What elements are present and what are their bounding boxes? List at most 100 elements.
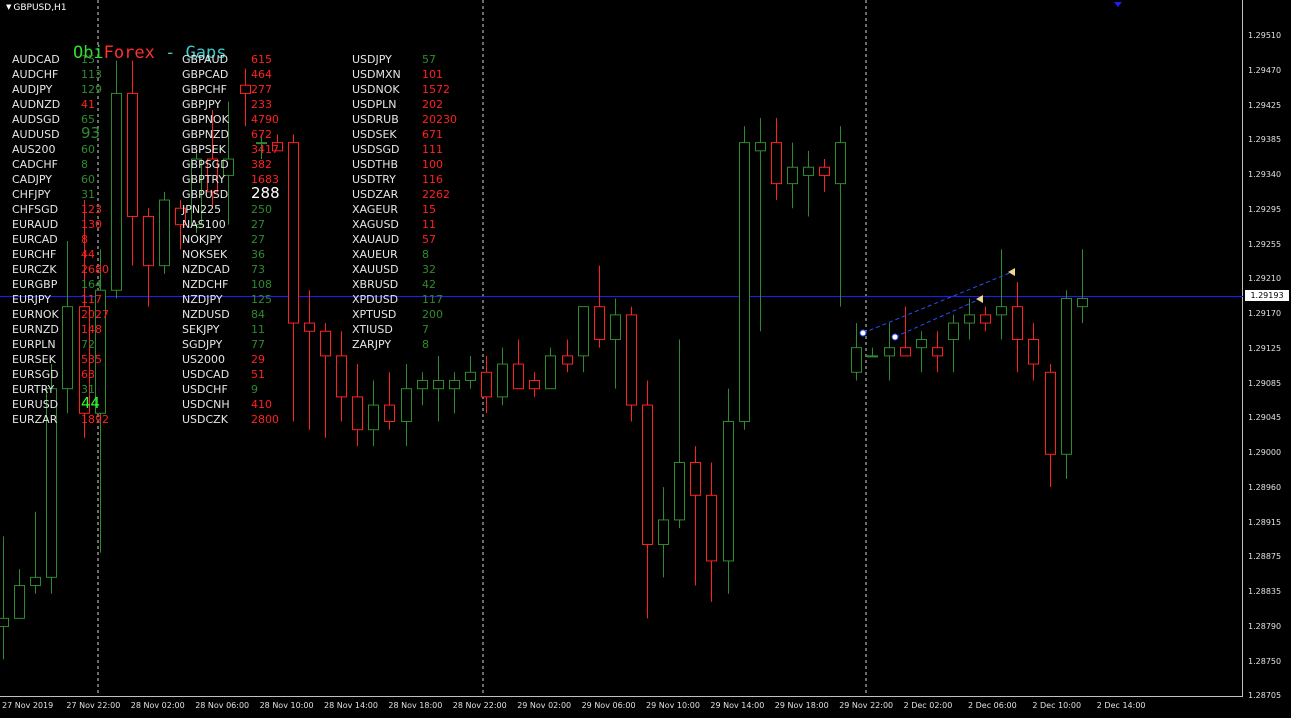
candle-body [723,420,734,562]
gap-value: 250 [251,203,272,216]
gap-value: 11 [422,218,436,231]
gap-value: 60 [81,173,95,186]
gap-value: 8 [422,338,429,351]
candle-body [304,322,315,332]
price-axis-label: 1.29255 [1248,239,1282,249]
gap-value: 3417 [251,143,279,156]
time-axis-label: 28 Nov 14:00 [324,701,378,710]
candle-body [642,404,653,546]
candle-body [900,347,911,357]
candle-body [867,355,878,358]
candle-body [30,576,41,587]
gap-value: 2027 [81,308,109,321]
gap-value: 2800 [251,413,279,426]
gap-value: 382 [251,158,272,171]
time-axis-label: 29 Nov 14:00 [710,701,765,710]
candle-body [417,379,428,390]
time-axis-label: 28 Nov 02:00 [130,701,185,710]
gap-symbol: AUS200 [12,143,56,156]
price-axis-label: 1.29295 [1248,204,1282,214]
gap-value: 27 [251,218,265,231]
gap-symbol: USDSEK [352,128,397,141]
gap-value: 116 [422,173,443,186]
dropdown-triangle-icon[interactable]: ▼ [6,3,11,11]
gap-value: 671 [422,128,443,141]
candle-body [674,461,685,521]
gap-value: 20230 [422,113,457,126]
gap-symbol: XAUAUD [352,233,400,246]
gap-value: 73 [251,263,265,276]
gap-value: 27 [251,233,265,246]
gap-value: 464 [251,68,272,81]
gap-symbol: AUDNZD [12,98,61,111]
gap-value: 8 [81,158,88,171]
candle-body [497,363,508,398]
gap-symbol: GBPTRY [182,173,226,186]
gap-value: 51 [251,368,265,381]
gap-value: 125 [251,293,272,306]
gap-symbol: USDCNH [182,398,230,411]
gap-symbol: GBPSGD [182,158,229,171]
price-axis-label: 1.28960 [1248,482,1282,492]
candle-body [610,314,621,340]
time-axis-label: 28 Nov 18:00 [388,701,443,710]
candle-body [916,338,927,349]
gap-value: 32 [422,263,436,276]
gap-value: 117 [81,293,102,306]
time-axis-label: 28 Nov 10:00 [259,701,314,710]
gap-symbol: NAS100 [182,218,226,231]
gap-symbol: CADCHF [12,158,58,171]
anchor-point-icon [891,333,899,341]
time-axis-label: 29 Nov 22:00 [839,701,894,710]
gap-value: 11 [251,323,265,336]
gap-value: 277 [251,83,272,96]
price-axis-label: 1.28750 [1248,656,1282,666]
gap-value: 57 [422,233,436,246]
candle-body [1012,306,1023,340]
gap-value: 1892 [81,413,109,426]
candle-body [980,314,991,324]
candle-body [0,617,9,628]
candle-body [1028,338,1039,365]
gap-symbol: AUDCHF [12,68,59,81]
gap-value: 44 [81,394,101,412]
candle-body [932,347,943,357]
candle-body [62,306,73,390]
gap-symbol: USDNOK [352,83,400,96]
gap-value: 15 [422,203,436,216]
price-axis-label: 1.28705 [1248,691,1282,701]
gap-value: 200 [422,308,443,321]
candle-body [819,166,830,176]
price-axis-label: 1.29170 [1248,309,1282,318]
price-axis-label: 1.28915 [1248,517,1282,527]
price-axis-label: 1.28790 [1248,621,1282,631]
gap-symbol: CHFJPY [12,188,51,201]
gap-value: 29 [251,353,265,366]
candle-body [1045,371,1056,455]
gap-value: 148 [81,323,102,336]
gap-symbol: USDCHF [182,383,228,396]
price-axis-label: 1.29125 [1248,343,1282,353]
gap-symbol: GBPUSD [182,188,229,201]
candle-body [787,166,798,185]
gap-value: 9 [251,383,258,396]
candle-body [368,404,379,431]
gap-symbol: XAUEUR [352,248,398,261]
time-axis-label: 2 Dec 02:00 [903,701,953,710]
price-axis-label: 1.29210 [1248,274,1282,284]
chart-window[interactable]: ▼ GBPUSD,H1 ObiForex - Gaps AUDCAD 15 AUDCH… [0,0,1291,718]
gap-value: 100 [422,158,443,171]
gap-value: 93 [81,124,101,142]
gap-symbol: EURTRY [12,383,55,396]
candle-body [336,355,347,398]
price-axis-label: 1.29385 [1248,135,1282,145]
gap-symbol: EURCHF [12,248,57,261]
gap-value: 129 [81,83,102,96]
candle-body [690,461,701,496]
price-axis-label: 1.28875 [1248,552,1282,562]
gap-symbol: GBPNZD [182,128,229,141]
candle-body [465,371,476,381]
gap-symbol: SEKJPY [182,323,220,336]
candle-body [481,371,492,398]
gap-value: 202 [422,98,443,111]
